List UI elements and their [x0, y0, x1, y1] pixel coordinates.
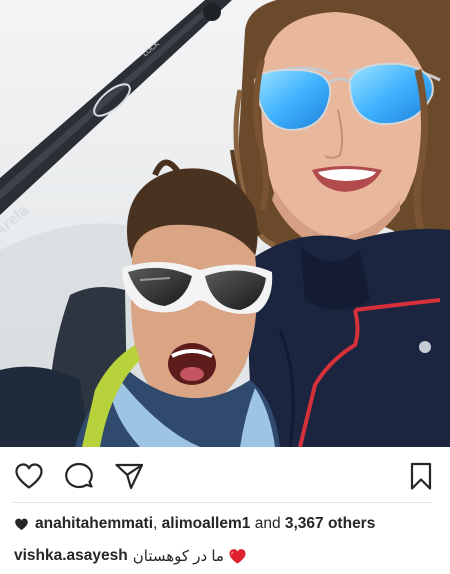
like-button[interactable]: [13, 460, 45, 492]
likes-others-count[interactable]: 3,367 others: [285, 515, 375, 533]
instagram-post: Arela LOCK anahitahemmati , alimoallem1 …: [0, 0, 450, 574]
likes-heart-icon: [14, 517, 29, 531]
comment-button[interactable]: [63, 460, 95, 492]
likes-separator: ,: [153, 515, 162, 532]
likes-connector: and: [250, 515, 285, 532]
bookmark-icon: [405, 460, 437, 492]
woman-figure: [230, 0, 450, 447]
post-action-bar: [0, 447, 450, 503]
post-caption: vishka.asayesh ما در کوهستان: [14, 545, 247, 567]
caption-username[interactable]: vishka.asayesh: [14, 547, 128, 565]
comment-bubble-icon: [63, 460, 95, 492]
share-button[interactable]: [113, 460, 145, 492]
heart-icon: [13, 460, 45, 492]
save-button[interactable]: [405, 460, 437, 492]
section-divider: [12, 502, 432, 503]
red-heart-icon: [228, 547, 247, 565]
post-photo[interactable]: Arela LOCK: [0, 0, 450, 447]
caption-text: ما در کوهستان: [132, 548, 224, 565]
liker-username-2[interactable]: alimoallem1: [162, 515, 251, 533]
liker-username-1[interactable]: anahitahemmati: [35, 515, 153, 533]
likes-summary: anahitahemmati , alimoallem1 and 3,367 o…: [14, 513, 375, 535]
paper-plane-icon: [113, 460, 145, 492]
